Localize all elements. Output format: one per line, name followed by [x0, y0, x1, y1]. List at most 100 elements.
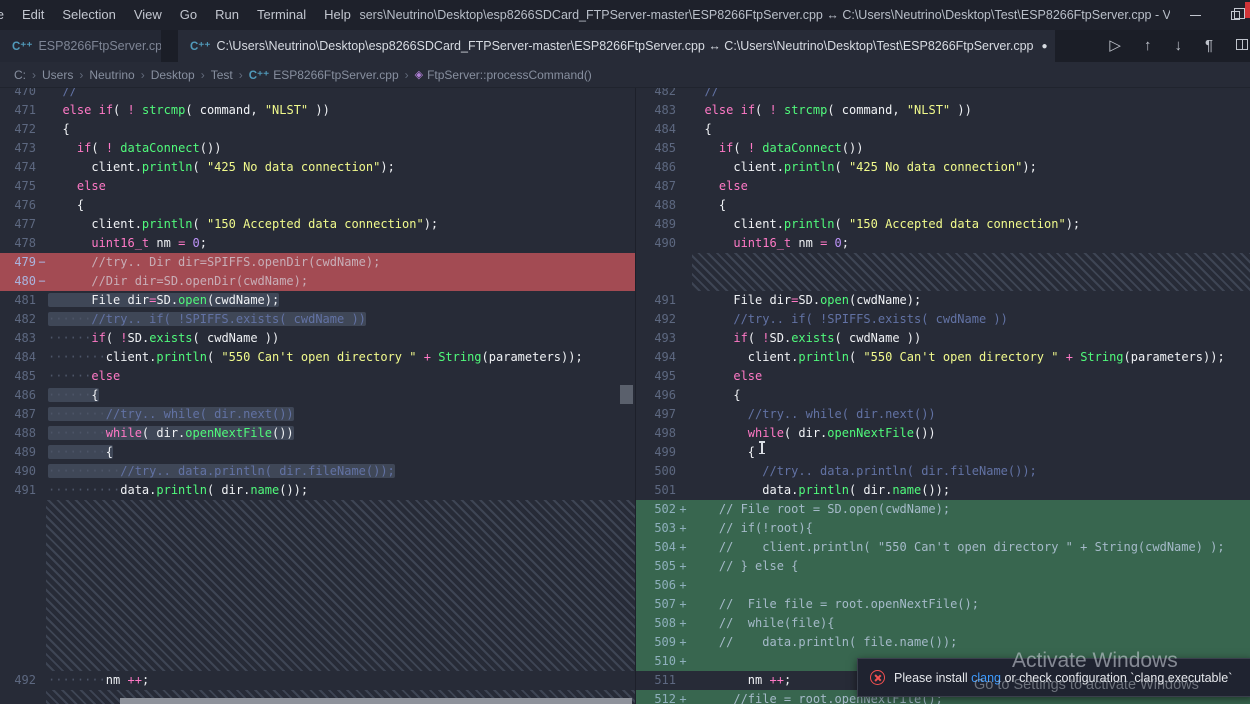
code-line-489[interactable]: 489 client.println( "150 Accepted data c… — [636, 215, 1250, 234]
code-line-485[interactable]: 485 if( ! dataConnect()) — [636, 139, 1250, 158]
horizontal-scrollbar[interactable] — [120, 698, 632, 704]
split-editor-icon[interactable] — [1236, 30, 1248, 62]
code-line-509[interactable]: 509 + // data.println( file.name()); — [636, 633, 1250, 652]
tab-diff-active[interactable]: C⁺⁺ C:\Users\Neutrino\Desktop\esp8266SDC… — [178, 30, 1055, 62]
code-line-491[interactable]: 491 ··········data.println( dir.name()); — [0, 481, 635, 500]
code-line-477[interactable]: 477 client.println( "150 Accepted data c… — [0, 215, 635, 234]
diff-sign: + — [679, 616, 687, 630]
line-number: 492 — [14, 673, 36, 687]
line-number: 504 — [654, 540, 676, 554]
code-line-476[interactable]: 476 { — [0, 196, 635, 215]
code-line-495[interactable]: 495 else — [636, 367, 1250, 386]
diff-pane-original[interactable]: 470 //471 else if( ! strcmp( command, "N… — [0, 88, 635, 704]
run-icon[interactable]: ▷ — [1109, 30, 1121, 62]
code-line-473[interactable]: 473 if( ! dataConnect()) — [0, 139, 635, 158]
code-line-508[interactable]: 508 + // while(file){ — [636, 614, 1250, 633]
code-text: // — [690, 88, 719, 98]
code-line-492[interactable]: 492 //try.. if( !SPIFFS.exists( cwdName … — [636, 310, 1250, 329]
diff-sign — [36, 462, 48, 481]
code-text: // File file = root.openNextFile(); — [690, 597, 979, 611]
breadcrumb-item[interactable]: Test — [209, 68, 235, 82]
code-line-483[interactable]: 483 ······if( !SD.exists( cwdName )) — [0, 329, 635, 348]
breadcrumb-item[interactable]: ◈ FtpServer::processCommand() — [413, 68, 594, 82]
render-whitespace-icon[interactable]: ¶ — [1205, 30, 1213, 62]
code-line-488[interactable]: 488 { — [636, 196, 1250, 215]
menu-item-run[interactable]: Run — [206, 0, 248, 30]
line-number: 474 — [14, 160, 36, 174]
code-line-484[interactable]: 484 { — [636, 120, 1250, 139]
code-line-493[interactable]: 493 if( !SD.exists( cwdName )) — [636, 329, 1250, 348]
code-line-487[interactable]: 487 else — [636, 177, 1250, 196]
code-line-498[interactable]: 498 while( dir.openNextFile()) — [636, 424, 1250, 443]
code-text: ······if( !SD.exists( cwdName )) — [48, 331, 280, 345]
diff-sign: + — [679, 654, 687, 668]
diff-sign — [36, 88, 48, 101]
code-line-471[interactable]: 471 else if( ! strcmp( command, "NLST" )… — [0, 101, 635, 120]
code-line-482[interactable]: 482 ······//try.. if( !SPIFFS.exists( cwd… — [0, 310, 635, 329]
previous-change-icon[interactable]: ↑ — [1144, 30, 1152, 62]
code-line-484[interactable]: 484 ········client.println( "550 Can't op… — [0, 348, 635, 367]
code-line-489[interactable]: 489 ········{ — [0, 443, 635, 462]
menu-item-help[interactable]: Help — [315, 0, 360, 30]
code-line-504[interactable]: 504 + // client.println( "550 Can't open … — [636, 538, 1250, 557]
minimize-icon[interactable] — [1190, 14, 1201, 16]
code-line-486[interactable]: 486 ······{ — [0, 386, 635, 405]
code-line-478[interactable]: 478 uint16_t nm = 0; — [0, 234, 635, 253]
code-line-503[interactable]: 503 + // if(!root){ — [636, 519, 1250, 538]
menu-item-edit[interactable]: Edit — [13, 0, 53, 30]
code-line-487[interactable]: 487 ········//try.. while( dir.next()) — [0, 405, 635, 424]
code-line-481[interactable]: 481 File dir=SD.open(cwdName); — [0, 291, 635, 310]
breadcrumb-item[interactable]: C⁺⁺ ESP8266FtpServer.cpp — [247, 68, 401, 82]
code-line-472[interactable]: 472 { — [0, 120, 635, 139]
code-line-505[interactable]: 505 + // } else { — [636, 557, 1250, 576]
clang-notification[interactable]: Please install clang or check configurat… — [857, 658, 1250, 697]
code-line-496[interactable]: 496 { — [636, 386, 1250, 405]
menu-item-go[interactable]: Go — [171, 0, 206, 30]
code-line-507[interactable]: 507 + // File file = root.openNextFile(); — [636, 595, 1250, 614]
close-icon[interactable] — [1245, 2, 1250, 18]
code-line-490[interactable]: 490 uint16_t nm = 0; — [636, 234, 1250, 253]
diff-pane-modified[interactable]: 482 //483 else if( ! strcmp( command, "N… — [635, 88, 1250, 704]
diff-sign — [36, 348, 48, 367]
tab-esp8266ftpserver[interactable]: C⁺⁺ ESP8266FtpServer.cpp — [0, 30, 161, 62]
code-line-497[interactable]: 497 //try.. while( dir.next()) — [636, 405, 1250, 424]
code-line-488[interactable]: 488 ········while( dir.openNextFile()) — [0, 424, 635, 443]
menu-item-selection[interactable]: Selection — [53, 0, 124, 30]
diff-sign — [36, 671, 48, 690]
menu-item-terminal[interactable]: Terminal — [248, 0, 315, 30]
code-line-470[interactable]: 470 // — [0, 88, 635, 101]
code-line-502[interactable]: 502 + // File root = SD.open(cwdName); — [636, 500, 1250, 519]
next-change-icon[interactable]: ↓ — [1174, 30, 1182, 62]
left-pane-vertical-scrollbar[interactable] — [620, 385, 633, 404]
menu-item-file[interactable]: File — [0, 0, 13, 30]
code-line-479[interactable]: 479− //try.. Dir dir=SPIFFS.openDir(cwdN… — [0, 253, 635, 272]
code-text: // data.println( file.name()); — [690, 635, 958, 649]
code-line-500[interactable]: 500 //try.. data.println( dir.fileName()… — [636, 462, 1250, 481]
code-line-474[interactable]: 474 client.println( "425 No data connect… — [0, 158, 635, 177]
code-line-485[interactable]: 485 ······else — [0, 367, 635, 386]
breadcrumb-item[interactable]: Users — [40, 68, 75, 82]
code-line-492[interactable]: 492 ········nm ++; — [0, 671, 635, 690]
code-line-501[interactable]: 501 data.println( dir.name()); — [636, 481, 1250, 500]
breadcrumb-item[interactable]: C: — [12, 68, 28, 82]
code-line-491[interactable]: 491 File dir=SD.open(cwdName); — [636, 291, 1250, 310]
code-line-486[interactable]: 486 client.println( "425 No data connect… — [636, 158, 1250, 177]
code-line-494[interactable]: 494 client.println( "550 Can't open dire… — [636, 348, 1250, 367]
restore-icon[interactable] — [1231, 7, 1245, 20]
breadcrumb-item[interactable]: Neutrino — [87, 68, 136, 82]
menu-item-view[interactable]: View — [125, 0, 171, 30]
diff-sign: − — [38, 274, 46, 288]
code-line-506[interactable]: 506 + — [636, 576, 1250, 595]
diff-sign — [676, 158, 690, 177]
code-line-480[interactable]: 480− //Dir dir=SD.openDir(cwdName); — [0, 272, 635, 291]
code-line-483[interactable]: 483 else if( ! strcmp( command, "NLST" )… — [636, 101, 1250, 120]
line-number: 495 — [654, 369, 676, 383]
code-line-490[interactable]: 490 ··········//try.. data.println( dir.f… — [0, 462, 635, 481]
code-line-475[interactable]: 475 else — [0, 177, 635, 196]
breadcrumb-item[interactable]: Desktop — [149, 68, 197, 82]
dirty-dot-icon[interactable]: ● — [1041, 41, 1047, 52]
code-line-482[interactable]: 482 // — [636, 88, 1250, 101]
code-line-499[interactable]: 499 { — [636, 443, 1250, 462]
clang-link[interactable]: clang — [971, 671, 1001, 685]
